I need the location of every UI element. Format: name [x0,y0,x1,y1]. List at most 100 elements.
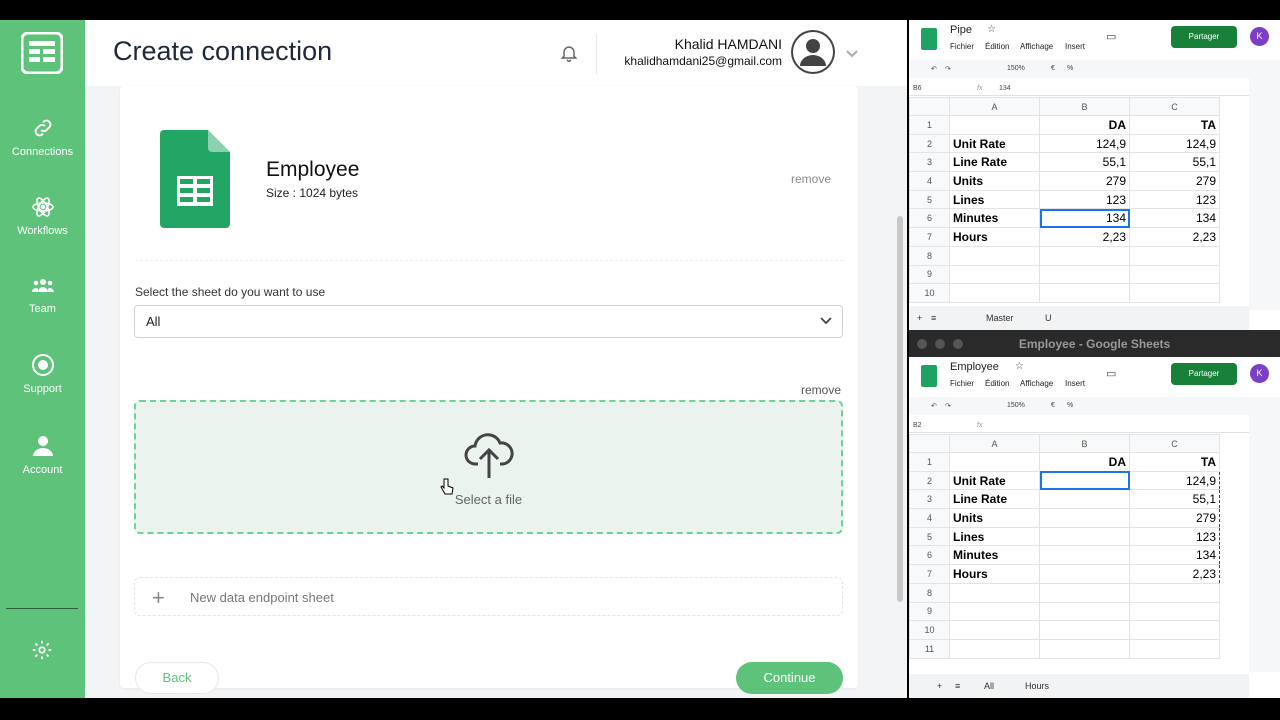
avatar[interactable] [791,30,835,74]
redo-icon[interactable]: ↷ [945,65,951,73]
column-header[interactable]: A [949,97,1040,116]
row-header[interactable]: 9 [909,264,950,285]
cell[interactable] [1039,526,1130,547]
cell[interactable] [949,638,1040,659]
cell[interactable] [1039,638,1130,659]
app-logo[interactable] [20,31,64,75]
corner-cell[interactable] [909,434,950,453]
cell[interactable]: 2,23 [1129,227,1220,247]
star-icon[interactable]: ☆ [987,24,996,35]
all-sheets-icon[interactable]: ≡ [955,681,960,691]
menu-fichier[interactable]: Fichier [950,42,974,51]
menu-edition[interactable]: Édition [985,42,1009,51]
cell[interactable]: 124,9 [1039,133,1130,154]
row-header[interactable]: 9 [909,601,950,622]
row-header[interactable]: 2 [909,133,950,154]
row-header[interactable]: 7 [909,564,950,584]
sidebar-item-account[interactable]: Account [0,434,85,476]
sheet-tab-all[interactable]: All [984,681,994,691]
cell[interactable] [949,115,1040,135]
sidebar-item-workflows[interactable]: Workflows [0,195,85,237]
zoom-select[interactable]: 150% [1007,65,1025,72]
cell[interactable]: Line Rate [949,152,1040,173]
cell[interactable] [949,601,1040,622]
cell-reference[interactable]: B2 [913,422,922,429]
cell[interactable] [949,582,1040,603]
cell[interactable]: Units [949,508,1040,528]
redo-icon[interactable]: ↷ [945,402,951,410]
cell[interactable] [1039,264,1130,285]
menu-affichage[interactable]: Affichage [1020,42,1053,51]
cell[interactable] [1039,545,1130,566]
row-header[interactable]: 7 [909,227,950,247]
scrollbar-thumb[interactable] [897,216,903,602]
row-header[interactable]: 5 [909,526,950,547]
currency-icon[interactable]: € [1051,65,1055,72]
cell[interactable] [1039,564,1130,584]
cell[interactable] [1129,601,1220,622]
cell[interactable]: Unit Rate [949,470,1040,491]
cell[interactable]: 55,1 [1129,489,1220,510]
column-header[interactable]: A [949,434,1040,453]
row-header[interactable]: 2 [909,470,950,491]
cell[interactable] [1039,283,1130,303]
cell[interactable]: Line Rate [949,489,1040,510]
cell[interactable]: Lines [949,526,1040,547]
menu-edition[interactable]: Édition [985,379,1009,388]
menu-insert[interactable]: Insert [1065,42,1085,51]
column-header[interactable]: B [1039,434,1130,453]
settings-gear-icon[interactable] [31,639,53,666]
cell[interactable] [949,245,1040,266]
sheets-logo-icon[interactable] [921,28,937,50]
row-header[interactable]: 6 [909,208,950,229]
share-button[interactable]: Partager [1171,26,1237,48]
cell[interactable]: Hours [949,564,1040,584]
corner-cell[interactable] [909,97,950,116]
sidebar-item-team[interactable]: Team [0,275,85,315]
cell[interactable]: 124,9 [1129,133,1220,154]
add-sheet-icon[interactable]: + [917,313,922,323]
cell[interactable] [1129,283,1220,303]
zoom-select[interactable]: 150% [1007,402,1025,409]
cell[interactable] [1129,264,1220,285]
row-header[interactable]: 8 [909,245,950,266]
sheet-tab-hours[interactable]: Hours [1025,681,1049,691]
sheet-tab[interactable]: U [1045,313,1052,323]
cell[interactable] [949,452,1040,472]
cell[interactable]: 134 [1129,208,1220,229]
cell[interactable]: 2,23 [1039,227,1130,247]
cell-reference[interactable]: B6 [913,85,922,92]
new-data-endpoint-button[interactable]: + New data endpoint sheet [134,577,843,616]
sheet-select[interactable]: All [134,305,843,338]
formula-input[interactable]: 134 [999,85,1011,92]
cell[interactable]: Units [949,171,1040,191]
cell[interactable]: Minutes [949,208,1040,229]
cell[interactable] [949,283,1040,303]
row-header[interactable]: 4 [909,171,950,191]
continue-button[interactable]: Continue [736,662,843,694]
cell[interactable]: 123 [1129,189,1220,210]
selected-cell[interactable]: 134 [1039,208,1130,229]
column-header[interactable]: B [1039,97,1130,116]
sheets-doc-title[interactable]: Pipe [950,24,972,36]
star-icon[interactable]: ☆ [1015,361,1024,372]
cell[interactable] [1039,245,1130,266]
row-header[interactable]: 6 [909,545,950,566]
cell[interactable] [1129,582,1220,603]
row-header[interactable]: 10 [909,283,950,303]
cell[interactable] [1039,489,1130,510]
cell[interactable]: Minutes [949,545,1040,566]
selected-cell[interactable] [1039,470,1130,491]
cell[interactable] [949,264,1040,285]
sidebar-item-connections[interactable]: Connections [0,116,85,158]
cell[interactable]: 134 [1129,545,1220,566]
sidebar-item-support[interactable]: Support [0,353,85,395]
cell[interactable]: 123 [1039,189,1130,210]
chevron-down-icon[interactable] [845,46,859,64]
cell[interactable]: TA [1129,115,1220,135]
add-sheet-icon[interactable]: + [937,681,942,691]
cell[interactable] [1129,245,1220,266]
percent-icon[interactable]: % [1067,65,1073,72]
cell[interactable]: 124,9 [1129,470,1220,491]
undo-icon[interactable]: ↶ [931,402,937,410]
